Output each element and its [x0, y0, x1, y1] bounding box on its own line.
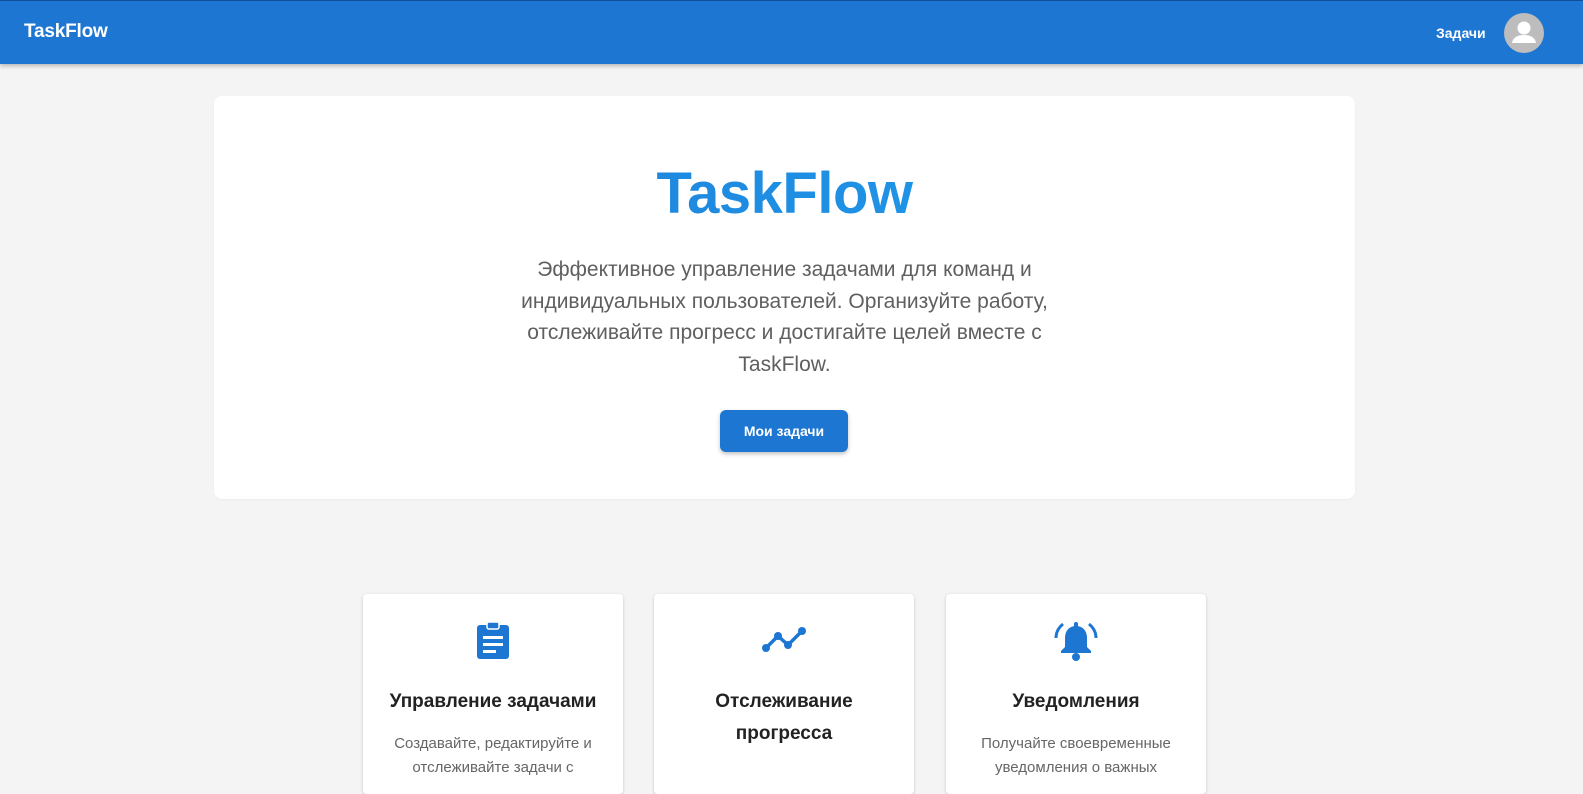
hero-subtitle: Эффективное управление задачами для кома… — [521, 258, 1048, 376]
feature-description: Создавайте, редактируйте и отслеживайте … — [394, 735, 592, 776]
feature-title: Уведомления — [1012, 691, 1140, 712]
feature-title: Отслеживание прогресса — [715, 691, 853, 744]
hero-section: TaskFlow Эффективное управление задачами… — [214, 96, 1355, 499]
app-bar: TaskFlow Задачи — [0, 0, 1583, 64]
nav-tasks-link[interactable]: Задачи — [1436, 25, 1486, 41]
feature-card-tasks: Управление задачами Создавайте, редактир… — [363, 594, 623, 794]
account-circle-icon — [1512, 21, 1536, 43]
feature-card-progress: Отслеживание прогресса — [654, 594, 914, 794]
timeline-icon — [654, 620, 914, 662]
brand-logo[interactable]: TaskFlow — [24, 21, 108, 43]
clipboard-icon — [363, 620, 623, 662]
feature-title: Управление задачами — [389, 691, 597, 712]
avatar[interactable] — [1504, 13, 1544, 53]
feature-description: Получайте своевременные уведомления о ва… — [981, 735, 1171, 776]
hero-title: TaskFlow — [214, 160, 1355, 227]
bell-icon — [946, 620, 1206, 662]
feature-card-notifications: Уведомления Получайте своевременные увед… — [946, 594, 1206, 794]
my-tasks-button[interactable]: Мои задачи — [720, 410, 848, 452]
